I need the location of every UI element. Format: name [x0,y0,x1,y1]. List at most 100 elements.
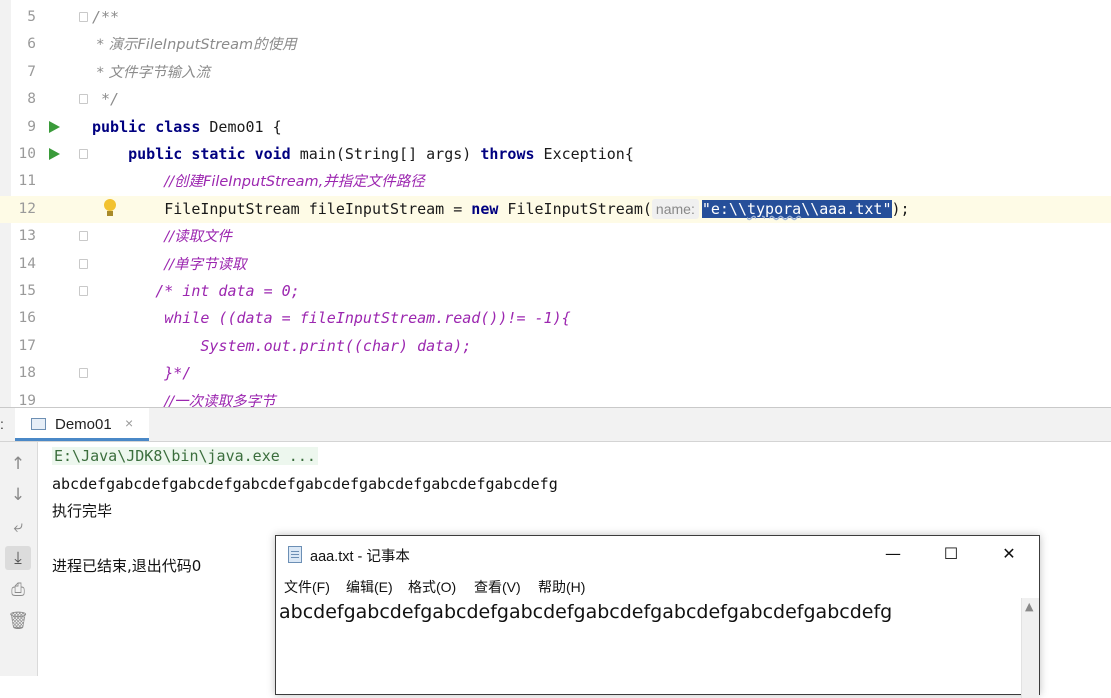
fold-marker-icon[interactable] [79,94,88,105]
keyword: public [92,117,147,136]
code-line[interactable]: 5 /** [0,4,1111,31]
comment: //单字节读取 [164,256,247,273]
run-tab-bar: : Demo01 × [0,408,1111,442]
string-part: "e:\\ [701,199,747,218]
console-icon [31,418,46,430]
line-number: 12 [18,200,36,217]
code-line[interactable]: 6 * 演示FileInputStream的使用 [0,31,1111,58]
keyword: new [471,199,499,218]
close-tab-icon[interactable]: × [125,415,133,431]
menu-view[interactable]: 查看(V) [474,577,521,597]
scroll-to-end-icon[interactable]: ⤓ [5,546,31,570]
fold-marker-icon[interactable] [79,12,88,22]
line-number: 6 [27,36,36,53]
line-number: 10 [18,146,36,162]
code-line[interactable]: 8 */ [0,86,1111,113]
line-number: 14 [18,255,36,272]
code-line[interactable]: 16 while ((data = fileInputStream.read()… [0,305,1111,332]
notepad-title-bar[interactable]: aaa.txt - 记事本 — ☐ ✕ [276,536,1039,572]
code-line-current[interactable]: 12 FileInputStream fileInputStream = new… [0,195,1111,224]
code-text: Demo01 { [200,117,282,136]
parameter-hint: name: [651,198,699,219]
menu-help[interactable]: 帮助(H) [538,577,585,597]
console-toolbar: ↑ ↓ ⤶ ⤓ ⎙ 🗑 [0,442,38,676]
line-number: 18 [18,365,36,382]
run-class-icon[interactable] [49,120,60,133]
code-text: main(String[] args) [290,145,481,163]
menu-file[interactable]: 文件(F) [284,577,330,597]
code-text: * 演示FileInputStream的使用 [92,37,297,54]
selected-string: "e:\\typora\\aaa.txt" [701,199,892,218]
console-output-line: abcdefgabcdefgabcdefgabcdefgabcdefgabcde… [52,475,558,493]
comment: /* int data = 0; [155,282,300,300]
code-line[interactable]: 15 /* int data = 0; [0,278,1111,305]
up-arrow-icon[interactable]: ↑ [5,452,31,476]
code-line[interactable]: 19 //一次读取多字节 [0,388,1111,407]
code-line[interactable]: 17 System.out.print((char) data); [0,333,1111,360]
notepad-app-icon [288,546,302,563]
comment: System.out.print((char) data); [200,336,472,355]
line-number: 13 [18,228,36,245]
code-text: * 文件字节输入流 [92,64,210,81]
line-number: 7 [27,63,36,80]
close-button[interactable]: ✕ [980,536,1038,572]
soft-wrap-icon[interactable]: ⤶ [5,515,31,539]
notepad-window[interactable]: aaa.txt - 记事本 — ☐ ✕ 文件(F) 编辑(E) 格式(O) 查看… [275,535,1040,698]
code-text: */ [92,90,120,109]
code-text: FileInputStream( [498,199,652,218]
keyword: public [128,145,183,163]
line-number: 19 [18,392,36,407]
console-exit-line: 进程已结束,退出代码0 [52,557,202,575]
window-title: aaa.txt - 记事本 [310,549,410,565]
comment: //读取文件 [164,229,233,246]
scroll-up-icon[interactable]: ▲ [1025,600,1033,613]
code-line[interactable]: 10 public static void main(String[] args… [0,141,1111,168]
maximize-button[interactable]: ☐ [922,536,980,572]
line-number: 17 [18,337,36,354]
keyword: static [191,145,246,163]
comment: //一次读取多字节 [164,393,276,407]
keyword: throws [480,145,535,163]
fold-marker-icon[interactable] [79,368,88,379]
trash-icon[interactable]: 🗑 [5,609,31,633]
string-part: typora [747,199,802,218]
comment: //创建FileInputStream,并指定文件路径 [164,174,425,191]
line-number: 16 [18,310,36,327]
minimize-button[interactable]: — [864,536,922,572]
menu-edit[interactable]: 编辑(E) [346,577,393,597]
java-command-line[interactable]: E:\Java\JDK8\bin\java.exe ... [52,447,318,465]
menu-format[interactable]: 格式(O) [408,577,456,597]
code-line[interactable]: 18 }*/ [0,360,1111,387]
notepad-text-area[interactable]: abcdefgabcdefgabcdefgabcdefgabcdefgabcde… [279,598,1019,626]
line-number: 11 [18,173,36,190]
keyword: class [155,117,201,136]
down-arrow-icon[interactable]: ↓ [5,483,31,507]
run-main-icon[interactable] [49,148,60,160]
line-number: 9 [27,118,36,135]
line-number: 8 [27,91,36,108]
notepad-menu-bar: 文件(F) 编辑(E) 格式(O) 查看(V) 帮助(H) [276,572,1039,598]
print-icon[interactable]: ⎙ [5,578,31,602]
run-tab-demo01[interactable]: Demo01 × [15,408,149,441]
code-line[interactable]: 7 * 文件字节输入流 [0,59,1111,86]
code-text: FileInputStream fileInputStream = [164,199,472,218]
code-line[interactable]: 9 public class Demo01 { [0,114,1111,141]
keyword: void [254,145,291,163]
code-line[interactable]: 13 //读取文件 [0,223,1111,250]
fold-marker-icon[interactable] [79,231,88,242]
console-done-line: 执行完毕 [52,502,113,520]
comment: }*/ [164,364,192,383]
fold-marker-icon[interactable] [79,258,88,269]
code-line[interactable]: 14 //单字节读取 [0,251,1111,278]
vertical-scrollbar[interactable]: ▲ [1021,598,1039,698]
tab-label: Demo01 [55,416,112,433]
fold-marker-icon[interactable] [79,149,88,159]
code-text: ); [891,199,910,218]
fold-marker-icon[interactable] [79,286,88,296]
comment: while ((data = fileInputStream.read())!=… [164,309,571,328]
code-editor[interactable]: 5 /** 6 * 演示FileInputStream的使用 7 * 文件字节输… [0,0,1111,407]
string-part: \\aaa.txt" [801,199,892,218]
code-line[interactable]: 11 //创建FileInputStream,并指定文件路径 [0,168,1111,195]
code-text: Exception{ [534,145,634,163]
line-number: 15 [18,283,36,299]
